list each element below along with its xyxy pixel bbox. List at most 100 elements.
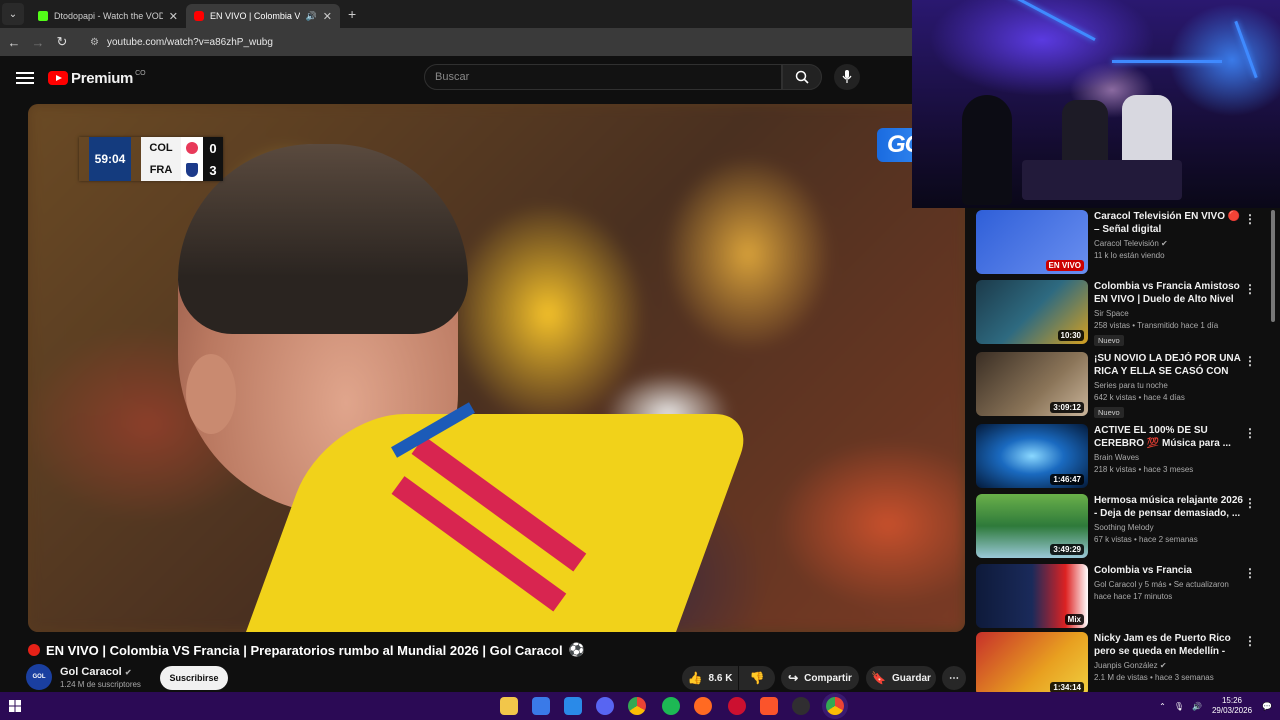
chrome-active-icon[interactable] <box>826 697 844 715</box>
recommendation-channel[interactable]: Sir Space <box>1094 309 1244 318</box>
opera-icon[interactable] <box>728 697 746 715</box>
close-tab-icon[interactable]: ✕ <box>323 10 332 23</box>
led-strip <box>1112 60 1222 63</box>
video-thumbnail[interactable]: 1:34:14 <box>976 632 1088 692</box>
recommendation-item[interactable]: 1:34:14 Nicky Jam es de Puerto Rico pero… <box>976 632 1262 692</box>
new-tab-button[interactable]: + <box>348 6 356 22</box>
discord-icon[interactable] <box>596 697 614 715</box>
video-duration: 3:09:12 <box>1050 402 1084 413</box>
notifications-icon[interactable]: 💬 <box>1262 702 1272 711</box>
menu-icon[interactable] <box>16 69 34 87</box>
url-field[interactable]: ⚙ youtube.com/watch?v=a86zhP_wubg <box>80 31 912 53</box>
tab-search-button[interactable]: ⌄ <box>2 3 24 25</box>
recommendation-stats: 642 k vistas • hace 4 días <box>1094 393 1185 402</box>
volume-icon[interactable]: 🔊 <box>1192 702 1202 711</box>
recommendation-item[interactable]: 3:49:29 Hermosa música relajante 2026 - … <box>976 494 1262 558</box>
site-info-icon[interactable]: ⚙ <box>90 37 99 48</box>
recommendation-title[interactable]: Colombia vs Francia <box>1094 564 1244 577</box>
desk <box>1022 160 1182 200</box>
thumbs-up-icon: 👍 <box>687 671 703 685</box>
chevron-up-icon[interactable]: ⌃ <box>1159 702 1166 711</box>
recommendation-item[interactable]: EN VIVO Caracol Televisión EN VIVO 🔴 – S… <box>976 210 1262 274</box>
more-options-icon[interactable]: ⋮ <box>1244 426 1256 440</box>
recommendations-sidebar: EN VIVO Caracol Televisión EN VIVO 🔴 – S… <box>970 208 1270 692</box>
more-options-icon[interactable]: ⋮ <box>1244 566 1256 580</box>
dislike-button[interactable]: 👎 <box>739 666 775 690</box>
live-dot-icon <box>28 644 40 656</box>
kick-favicon-icon <box>38 11 48 21</box>
back-button[interactable]: ← <box>2 35 26 50</box>
like-button[interactable]: 👍 8.6 K <box>682 666 738 690</box>
recommendation-channel[interactable]: Juanpis González ✔ <box>1094 661 1244 670</box>
more-options-icon[interactable]: ⋮ <box>1244 212 1256 226</box>
reload-button[interactable]: ↻ <box>50 34 74 50</box>
live-badge: EN VIVO <box>1045 260 1084 271</box>
file-explorer-icon[interactable] <box>500 697 518 715</box>
recommendation-channel[interactable]: Brain Waves <box>1094 453 1244 462</box>
recommendation-title[interactable]: Hermosa música relajante 2026 - Deja de … <box>1094 494 1244 520</box>
video-thumbnail[interactable]: Mix <box>976 564 1088 628</box>
save-button[interactable]: 🔖 Guardar <box>866 666 936 690</box>
recommendation-item[interactable]: 10:30 Colombia vs Francia Amistoso EN VI… <box>976 280 1262 346</box>
close-tab-icon[interactable]: ✕ <box>169 10 178 23</box>
search-placeholder: Buscar <box>435 71 470 83</box>
firefox-icon[interactable] <box>694 697 712 715</box>
video-thumbnail[interactable]: EN VIVO <box>976 210 1088 274</box>
share-button[interactable]: ↪ Compartir <box>781 666 859 690</box>
chrome-icon[interactable] <box>628 697 646 715</box>
tab-youtube-active[interactable]: EN VIVO | Colombia VS F 🔊 ✕ <box>186 4 340 28</box>
recommendation-item[interactable]: 1:46:47 ACTIVE EL 100% DE SU CEREBRO 💯 M… <box>976 424 1262 488</box>
browser-tab-strip: ⌄ Dtodopapi - Watch the VOD o ✕ EN VIVO … <box>0 0 912 28</box>
tab-kick[interactable]: Dtodopapi - Watch the VOD o ✕ <box>30 4 186 28</box>
more-actions-button[interactable]: ⋯ <box>942 666 966 690</box>
recommendation-channel[interactable]: Soothing Melody <box>1094 523 1244 532</box>
recommendation-channel[interactable]: Gol Caracol y 5 más • Se actualizaron <box>1094 580 1244 589</box>
search-button[interactable] <box>782 64 822 90</box>
more-options-icon[interactable]: ⋮ <box>1244 354 1256 368</box>
mail-icon[interactable] <box>564 697 582 715</box>
recommendation-title[interactable]: Colombia vs Francia Amistoso EN VIVO | D… <box>1094 280 1244 306</box>
channel-info: GOL Gol Caracol ✔ 1.24 M de suscriptores <box>26 664 141 690</box>
voice-search-button[interactable] <box>834 64 860 90</box>
france-crest-icon <box>181 159 203 181</box>
subscribe-button[interactable]: Suscribirse <box>160 666 228 690</box>
microphone-tray-icon[interactable]: 🎙 <box>1174 702 1184 711</box>
recommendation-title[interactable]: ACTIVE EL 100% DE SU CEREBRO 💯 Música pa… <box>1094 424 1244 450</box>
more-options-icon[interactable]: ⋮ <box>1244 282 1256 296</box>
windows-logo-icon <box>9 700 21 712</box>
video-thumbnail[interactable]: 3:09:12 <box>976 352 1088 416</box>
sidebar-scrollbar[interactable] <box>1270 208 1276 692</box>
spotify-icon[interactable] <box>662 697 680 715</box>
soccer-ball-icon: ⚽ <box>568 642 585 657</box>
youtube-header: Premium CO Buscar <box>0 56 965 100</box>
recommendation-title[interactable]: Caracol Televisión EN VIVO 🔴 – Señal dig… <box>1094 210 1244 236</box>
search-input[interactable]: Buscar <box>424 64 782 90</box>
recommendation-title[interactable]: ¡SU NOVIO LA DEJÓ POR UNA RICA Y ELLA SE… <box>1094 352 1244 378</box>
obs-icon[interactable] <box>792 697 810 715</box>
url-text: youtube.com/watch?v=a86zhP_wubg <box>106 36 273 48</box>
recommendation-stats: 67 k vistas • hace 2 semanas <box>1094 535 1198 544</box>
video-thumbnail[interactable]: 10:30 <box>976 280 1088 344</box>
channel-name[interactable]: Gol Caracol ✔ <box>60 666 141 678</box>
store-icon[interactable] <box>532 697 550 715</box>
forward-button[interactable]: → <box>26 35 50 50</box>
youtube-premium-logo[interactable]: Premium CO <box>48 70 146 87</box>
video-thumbnail[interactable]: 1:46:47 <box>976 424 1088 488</box>
system-tray: ⌃ 🎙 🔊 15:26 29/03/2026 💬 <box>1159 692 1272 720</box>
brave-icon[interactable] <box>760 697 778 715</box>
clock[interactable]: 15:26 29/03/2026 <box>1212 696 1252 716</box>
channel-avatar[interactable]: GOL <box>26 664 52 690</box>
scrollbar-thumb[interactable] <box>1271 210 1275 322</box>
video-title-text: EN VIVO | Colombia VS Francia | Preparat… <box>46 642 563 658</box>
recommendation-channel[interactable]: Series para tu noche <box>1094 381 1244 390</box>
recommendation-title[interactable]: Nicky Jam es de Puerto Rico pero se qued… <box>1094 632 1244 658</box>
video-thumbnail[interactable]: 3:49:29 <box>976 494 1088 558</box>
audio-playing-icon[interactable]: 🔊 <box>306 11 317 22</box>
recommendation-item[interactable]: 3:09:12 ¡SU NOVIO LA DEJÓ POR UNA RICA Y… <box>976 352 1262 418</box>
recommendation-channel[interactable]: Caracol Televisión ✔ <box>1094 239 1244 248</box>
more-options-icon[interactable]: ⋮ <box>1244 496 1256 510</box>
video-player[interactable]: 59:04 COL FRA 0 3 GOL <box>28 104 965 632</box>
more-options-icon[interactable]: ⋮ <box>1244 634 1256 648</box>
recommendation-item[interactable]: Mix Colombia vs Francia Gol Caracol y 5 … <box>976 564 1262 628</box>
start-button[interactable] <box>0 700 30 712</box>
